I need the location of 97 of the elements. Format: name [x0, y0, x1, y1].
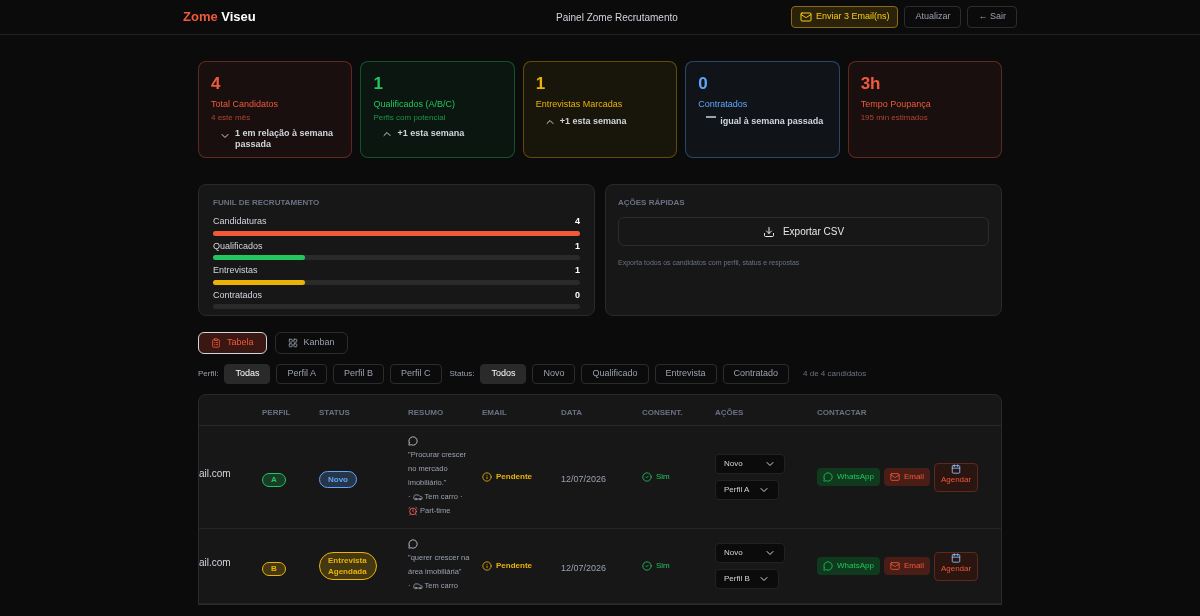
stage-count: 0: [575, 288, 580, 302]
column-header: AÇÕES: [715, 408, 744, 417]
stage-label: Entrevistas: [213, 264, 258, 277]
stat-subtitle: 4 este mês: [211, 111, 252, 124]
table-cell: ail.com: [199, 467, 231, 479]
column-header: STATUS: [319, 408, 350, 417]
column-header: RESUMO: [408, 408, 444, 417]
date-text: 12/07/2026: [561, 474, 607, 484]
filter-chip[interactable]: Perfil A: [276, 364, 327, 384]
check-circle-icon: [642, 472, 652, 482]
send-email-button[interactable]: Enviar 3 Email(ns): [790, 6, 899, 28]
column-header: EMAIL: [482, 408, 507, 417]
table-cell: ail.com: [199, 556, 231, 568]
email-status: Pendente: [496, 560, 532, 572]
filter-chip[interactable]: Qualificado: [581, 364, 649, 384]
stat-label: Entrevistas Marcadas: [535, 98, 624, 111]
stage-count: 1: [575, 239, 580, 253]
email-status: Pendente: [496, 471, 532, 483]
car-icon: [412, 581, 423, 591]
whatsapp-button[interactable]: WhatsApp: [817, 557, 880, 575]
stat-value: 4: [211, 74, 222, 94]
check-circle-icon: [642, 561, 652, 571]
dropdown-select[interactable]: Novo: [715, 454, 785, 474]
calendar-icon: [951, 463, 962, 474]
filter-chip[interactable]: Perfil B: [333, 364, 384, 384]
filter-chip[interactable]: Entrevista: [654, 364, 717, 384]
filter-label: Status:: [449, 368, 475, 380]
page-title: Painel Zome Recrutamento: [555, 10, 679, 25]
filter-chip[interactable]: Todos: [480, 364, 527, 384]
trend-text: igual à semana passada: [720, 115, 824, 127]
schedule-button[interactable]: Agendar: [933, 551, 979, 581]
stat-subtitle: 195 min estimados: [860, 111, 929, 124]
stat-label: Qualificados (A/B/C): [373, 98, 456, 111]
filter-chip[interactable]: Todas: [224, 364, 271, 384]
status-badge: Entrevista Agendada: [319, 551, 377, 580]
export-csv-button[interactable]: Exportar CSV: [618, 217, 989, 246]
date-text: 12/07/2026: [561, 563, 607, 573]
filter-chip[interactable]: Novo: [532, 364, 576, 384]
filter-chip[interactable]: Contratado: [722, 364, 790, 384]
filter-label: Perfil:: [198, 368, 219, 380]
mail-icon: [799, 11, 812, 23]
download-icon: [762, 225, 775, 238]
dropdown-select[interactable]: Perfil A: [715, 480, 779, 500]
speech-bubble-icon: [408, 436, 418, 446]
stage-count: 1: [575, 264, 580, 277]
stage-label: Qualificados: [213, 239, 263, 253]
view-tab[interactable]: Kanban: [274, 332, 348, 354]
trend-text: +1 esta semana: [397, 127, 465, 139]
column-header: PERFIL: [262, 408, 291, 417]
clipboard-icon: [211, 338, 221, 348]
calendar-icon: [951, 552, 962, 563]
car-icon: [412, 492, 423, 502]
stage-count: 4: [575, 215, 580, 228]
email-button[interactable]: Email: [883, 468, 930, 486]
whatsapp-button[interactable]: WhatsApp: [817, 468, 880, 486]
alarm-clock-icon: [408, 506, 418, 516]
consent-status: Sim: [656, 471, 670, 483]
info-icon: [482, 472, 492, 482]
column-header: DATA: [561, 408, 583, 417]
view-tab[interactable]: Tabela: [198, 332, 267, 354]
email-button[interactable]: Email: [883, 557, 930, 575]
column-header: CONSENT.: [642, 408, 683, 417]
stat-label: Tempo Poupança: [860, 98, 932, 111]
dropdown-select[interactable]: Perfil B: [715, 569, 779, 589]
dash-icon: [706, 115, 717, 118]
consent-status: Sim: [656, 560, 670, 572]
stat-value: 0: [698, 74, 709, 94]
stat-label: Contratados: [698, 98, 749, 111]
result-count: 4 de 4 candidatos: [803, 368, 867, 380]
mail-icon: [889, 472, 900, 482]
schedule-button[interactable]: Agendar: [933, 462, 979, 492]
whatsapp-icon: [823, 472, 833, 482]
panel-title: AÇÕES RÁPIDAS: [618, 197, 686, 209]
header-button[interactable]: Atualizar: [904, 6, 962, 28]
stat-value: 1: [373, 74, 384, 94]
trend-text: 1 em relação à semana passada: [235, 127, 335, 150]
trend-text: +1 esta semana: [559, 115, 627, 127]
stat-value: 3h: [860, 74, 882, 94]
stat-value: 1: [535, 74, 547, 94]
mail-icon: [889, 561, 900, 571]
info-icon: [482, 561, 492, 571]
logo: Zome Viseu: [183, 8, 257, 27]
grid-icon: [287, 338, 298, 348]
column-header: CONTACTAR: [817, 408, 867, 417]
speech-bubble-icon: [408, 539, 418, 549]
whatsapp-icon: [823, 561, 833, 571]
stage-label: Candidaturas: [213, 215, 267, 228]
header-button[interactable]: ← Sair: [967, 6, 1017, 28]
status-badge: Novo: [319, 471, 357, 488]
stat-subtitle: Perfis com potencial: [373, 111, 447, 124]
dropdown-select[interactable]: Novo: [715, 543, 785, 563]
profile-badge: A: [262, 473, 286, 487]
panel-title: FUNIL DE RECRUTAMENTO: [213, 197, 321, 209]
profile-badge: B: [262, 562, 286, 576]
stage-label: Contratados: [213, 288, 263, 302]
filter-chip[interactable]: Perfil C: [390, 364, 442, 384]
stat-label: Total Candidatos: [211, 98, 280, 111]
